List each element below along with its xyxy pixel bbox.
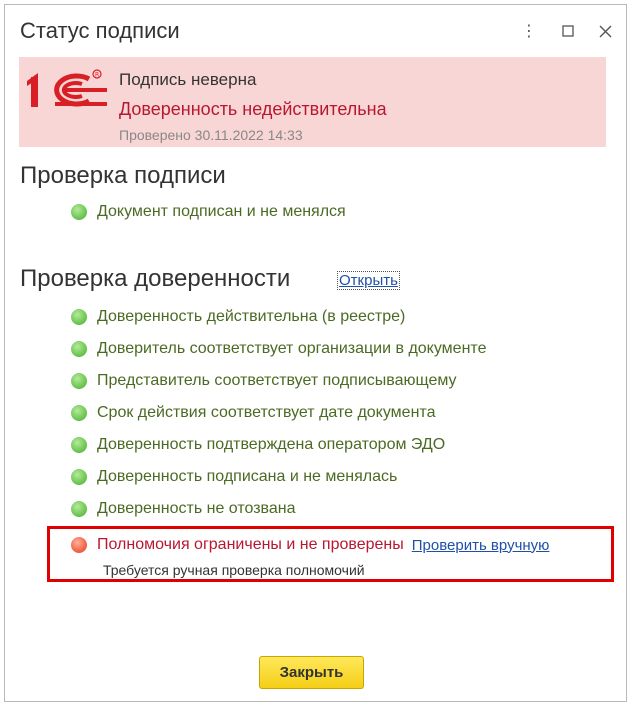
open-poa-link[interactable]: Открыть [337, 271, 400, 290]
status-banner: R Подпись неверна Доверенность недействи… [19, 57, 606, 147]
item-label: Представитель соответствует подписывающе… [97, 372, 457, 389]
list-item: Доверенность подтверждена оператором ЭДО [71, 434, 445, 456]
check-manually-link[interactable]: Проверить вручную [412, 537, 550, 554]
status-ok-icon [71, 469, 87, 485]
status-ok-icon [71, 501, 87, 517]
status-ok-icon [71, 373, 87, 389]
signature-check-heading: Проверка подписи [20, 162, 226, 189]
warning-text: Полномочия ограничены и не проверены [97, 536, 404, 553]
list-item: Доверенность подписана и не менялась [71, 466, 397, 488]
1c-logo-icon: R [27, 67, 109, 109]
poa-check-heading: Проверка доверенности [20, 265, 291, 292]
authority-warning-box: Полномочия ограничены и не проверены Про… [47, 526, 614, 582]
item-label: Доверенность не отозвана [97, 500, 296, 517]
list-item: Доверенность действительна (в реестре) [71, 306, 405, 328]
status-ok-icon [71, 204, 87, 220]
status-ok-icon [71, 341, 87, 357]
list-item: Доверенность не отозвана [71, 498, 296, 520]
status-error-icon [71, 537, 87, 553]
list-item: Доверитель соответствует организации в д… [71, 338, 486, 360]
poa-invalid-text: Доверенность недействительна [119, 99, 387, 119]
close-icon[interactable] [593, 19, 617, 43]
more-icon[interactable]: ⋮ [517, 19, 541, 43]
window-title: Статус подписи [20, 18, 180, 43]
item-label: Срок действия соответствует дате докумен… [97, 404, 436, 421]
signature-status-text: Подпись неверна [119, 70, 257, 89]
list-item: Представитель соответствует подписывающе… [71, 370, 457, 392]
status-ok-icon [71, 405, 87, 421]
item-label: Доверенность подписана и не менялась [97, 468, 398, 485]
warning-subtext: Требуется ручная проверка полномочий [103, 562, 365, 578]
list-item: Документ подписан и не менялся [71, 201, 346, 223]
item-label: Доверенность действительна (в реестре) [97, 308, 406, 325]
checked-timestamp: Проверено 30.11.2022 14:33 [119, 127, 303, 143]
warning-row: Полномочия ограничены и не проверены Про… [71, 536, 549, 554]
item-label: Документ подписан и не менялся [97, 203, 346, 220]
close-button[interactable]: Закрыть [259, 656, 364, 689]
status-ok-icon [71, 437, 87, 453]
item-label: Доверитель соответствует организации в д… [97, 340, 487, 357]
maximize-icon[interactable] [556, 19, 580, 43]
status-ok-icon [71, 309, 87, 325]
item-label: Доверенность подтверждена оператором ЭДО [97, 436, 446, 453]
svg-text:R: R [95, 72, 99, 79]
signature-status-window: Статус подписи ⋮ R Подпись неверна Довер… [4, 4, 627, 702]
list-item: Срок действия соответствует дате докумен… [71, 402, 435, 424]
